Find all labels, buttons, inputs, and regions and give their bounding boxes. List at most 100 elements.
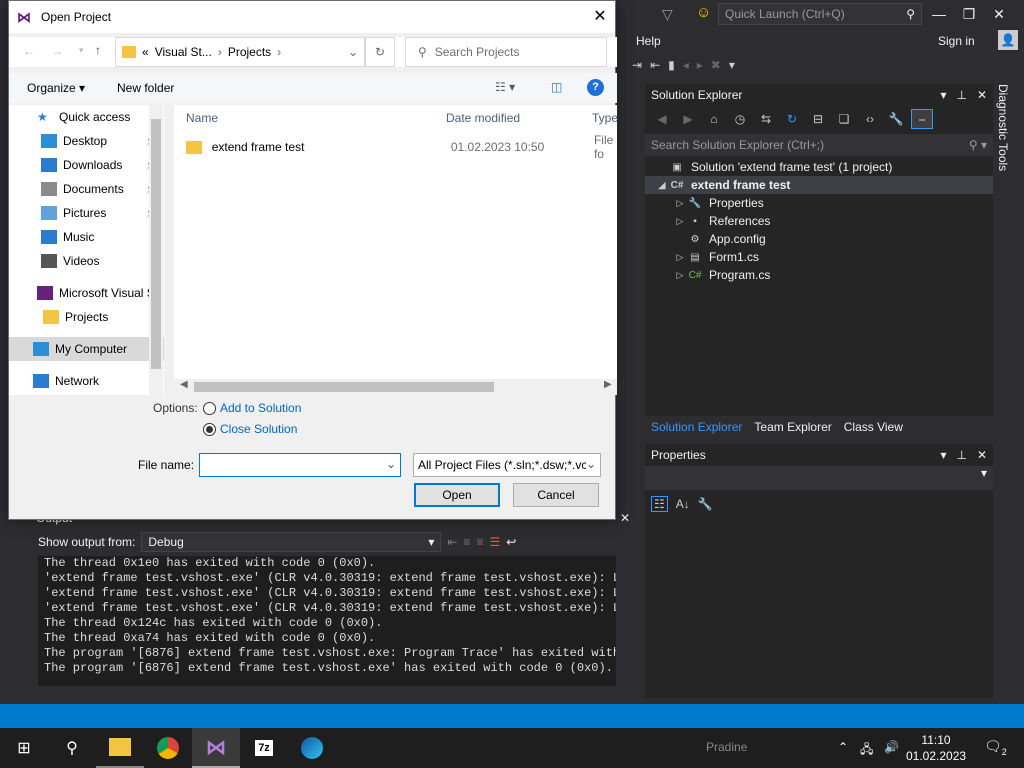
tray-chevron-icon[interactable]: ⌃: [838, 740, 848, 754]
account-icon[interactable]: 👤: [998, 30, 1018, 50]
clear-all-icon[interactable]: ☰: [489, 535, 500, 549]
notification-icon[interactable]: 🗨2: [984, 738, 1007, 757]
refresh-icon[interactable]: ↻: [781, 109, 803, 129]
alphabetical-icon[interactable]: A↓: [676, 497, 690, 511]
file-row[interactable]: extend frame test 01.02.2023 10:50 File …: [186, 133, 626, 161]
tab-team-explorer[interactable]: Team Explorer: [748, 416, 837, 438]
solution-tree-item[interactable]: ⚙ App.config: [645, 230, 993, 248]
nav-item[interactable]: Projects: [9, 305, 164, 329]
view-code-icon[interactable]: ‹›: [859, 109, 881, 129]
properties-wrench-icon[interactable]: 🔧: [885, 109, 907, 129]
expand-arrow-icon[interactable]: ▷: [673, 252, 687, 263]
solution-tree-item[interactable]: ▷ ▤ Form1.cs: [645, 248, 993, 266]
scroll-right-icon[interactable]: ▶: [604, 379, 612, 390]
nav-item[interactable]: Documents📌: [9, 177, 164, 201]
collapse-all-icon[interactable]: ⊟: [807, 109, 829, 129]
nav-item[interactable]: Microsoft Visual S: [9, 281, 164, 305]
nav-item[interactable]: Pictures📌: [9, 201, 164, 225]
edge-icon[interactable]: [288, 728, 336, 768]
output-source-select[interactable]: Debug ▾: [141, 532, 442, 552]
feedback-smiley-icon[interactable]: ☺: [696, 4, 711, 21]
chevron-right-icon[interactable]: ›: [277, 45, 281, 59]
breadcrumb-visual-studio[interactable]: Visual St...: [155, 45, 212, 59]
prev-bookmark-icon[interactable]: ◂: [683, 58, 689, 72]
start-windows-icon[interactable]: ⊞: [0, 728, 48, 768]
forward-icon[interactable]: ▶: [677, 109, 699, 129]
chrome-icon[interactable]: [144, 728, 192, 768]
file-hscrollbar-thumb[interactable]: [194, 382, 494, 392]
visual-studio-icon[interactable]: ⋈: [192, 728, 240, 768]
categorized-icon[interactable]: ☷: [651, 496, 668, 512]
diagnostic-tools-tab[interactable]: Diagnostic Tools: [996, 84, 1020, 194]
solution-tree-item[interactable]: ◢ C# extend frame test: [645, 176, 993, 194]
outdent-icon[interactable]: ⇤: [650, 58, 660, 72]
find-message-icon[interactable]: ⇤: [447, 535, 457, 549]
bookmark-icon[interactable]: ▮: [668, 58, 675, 72]
sign-in-link[interactable]: Sign in: [938, 34, 975, 48]
nav-item[interactable]: Music: [9, 225, 164, 249]
7zip-icon[interactable]: 7z: [240, 728, 288, 768]
show-all-files-icon[interactable]: ❏: [833, 109, 855, 129]
pin-icon[interactable]: ⊥: [956, 448, 966, 462]
panel-menu-icon[interactable]: ▾: [940, 88, 946, 102]
search-hint[interactable]: Pradine: [706, 740, 747, 754]
volume-icon[interactable]: 🔊: [884, 740, 899, 754]
breadcrumb-projects[interactable]: Projects: [228, 45, 271, 59]
radio-close-solution[interactable]: Close Solution: [203, 422, 297, 436]
network-tray-icon[interactable]: 🖧: [860, 740, 873, 761]
file-explorer-icon[interactable]: [96, 728, 144, 768]
scroll-left-icon[interactable]: ◀: [180, 379, 188, 390]
expand-arrow-icon[interactable]: ▷: [673, 270, 687, 281]
solution-tree-item[interactable]: ▷ 🔧 Properties: [645, 194, 993, 212]
nav-scrollbar[interactable]: [149, 105, 163, 395]
quick-launch-input[interactable]: Quick Launch (Ctrl+Q) ⚲: [718, 3, 922, 25]
recent-locations-icon[interactable]: ▾: [79, 45, 84, 56]
solution-tree-item[interactable]: ▷ ▪ References: [645, 212, 993, 230]
word-wrap-icon[interactable]: ↩: [506, 535, 516, 549]
toolbar-overflow-icon[interactable]: ▾: [729, 58, 735, 72]
minimize-button[interactable]: —: [924, 1, 954, 27]
new-folder-button[interactable]: New folder: [117, 81, 174, 95]
next-bookmark-icon[interactable]: ▸: [697, 58, 703, 72]
view-options-icon[interactable]: ☷ ▾: [495, 80, 515, 94]
filter-icon[interactable]: ▽: [662, 6, 673, 23]
nav-item[interactable]: Desktop📌: [9, 129, 164, 153]
solution-tree-item[interactable]: ▷ C# Program.cs: [645, 266, 993, 284]
column-type[interactable]: Type: [592, 105, 618, 131]
home-icon[interactable]: ⌂: [703, 109, 725, 129]
sync-icon[interactable]: ⇆: [755, 109, 777, 129]
pending-changes-icon[interactable]: ◷: [729, 109, 751, 129]
preview-pane-icon[interactable]: ◫: [551, 80, 562, 94]
breadcrumb-overflow[interactable]: «: [142, 45, 149, 59]
panel-close-icon[interactable]: ✕: [620, 511, 630, 525]
refresh-button[interactable]: ↻: [365, 37, 395, 67]
open-button[interactable]: Open: [414, 483, 500, 507]
tab-solution-explorer[interactable]: Solution Explorer: [645, 416, 748, 438]
close-icon[interactable]: ✕: [585, 1, 615, 31]
chevron-down-icon[interactable]: ⌄: [348, 45, 358, 59]
panel-close-icon[interactable]: ✕: [977, 88, 987, 102]
menu-help[interactable]: Help: [636, 34, 661, 48]
next-message-icon[interactable]: ≡: [476, 535, 483, 549]
property-pages-icon[interactable]: 🔧: [698, 497, 713, 511]
close-window-button[interactable]: ✕: [984, 1, 1014, 27]
expand-arrow-icon[interactable]: ◢: [655, 180, 669, 191]
chevron-right-icon[interactable]: ›: [218, 45, 222, 59]
nav-item[interactable]: Downloads📌: [9, 153, 164, 177]
chevron-down-icon[interactable]: ⌄: [386, 457, 396, 471]
clear-bookmarks-icon[interactable]: ✖: [711, 58, 721, 72]
expand-arrow-icon[interactable]: ▷: [673, 216, 687, 227]
file-hscrollbar[interactable]: ◀ ▶: [174, 379, 617, 395]
restore-button[interactable]: ❐: [954, 1, 984, 27]
nav-scrollbar-thumb[interactable]: [151, 119, 161, 369]
organize-button[interactable]: Organize ▾: [27, 81, 85, 95]
dialog-search-input[interactable]: ⚲ Search Projects: [405, 37, 607, 67]
prev-message-icon[interactable]: ≡: [463, 535, 470, 549]
back-icon[interactable]: ←: [23, 44, 35, 58]
nav-item[interactable]: Videos: [9, 249, 164, 273]
solution-search-input[interactable]: Search Solution Explorer (Ctrl+;) ⚲ ▾: [645, 134, 993, 156]
forward-icon[interactable]: →: [51, 44, 63, 58]
radio-add-to-solution[interactable]: Add to Solution: [203, 401, 301, 415]
cancel-button[interactable]: Cancel: [513, 483, 599, 507]
up-icon[interactable]: ↑: [95, 43, 101, 57]
